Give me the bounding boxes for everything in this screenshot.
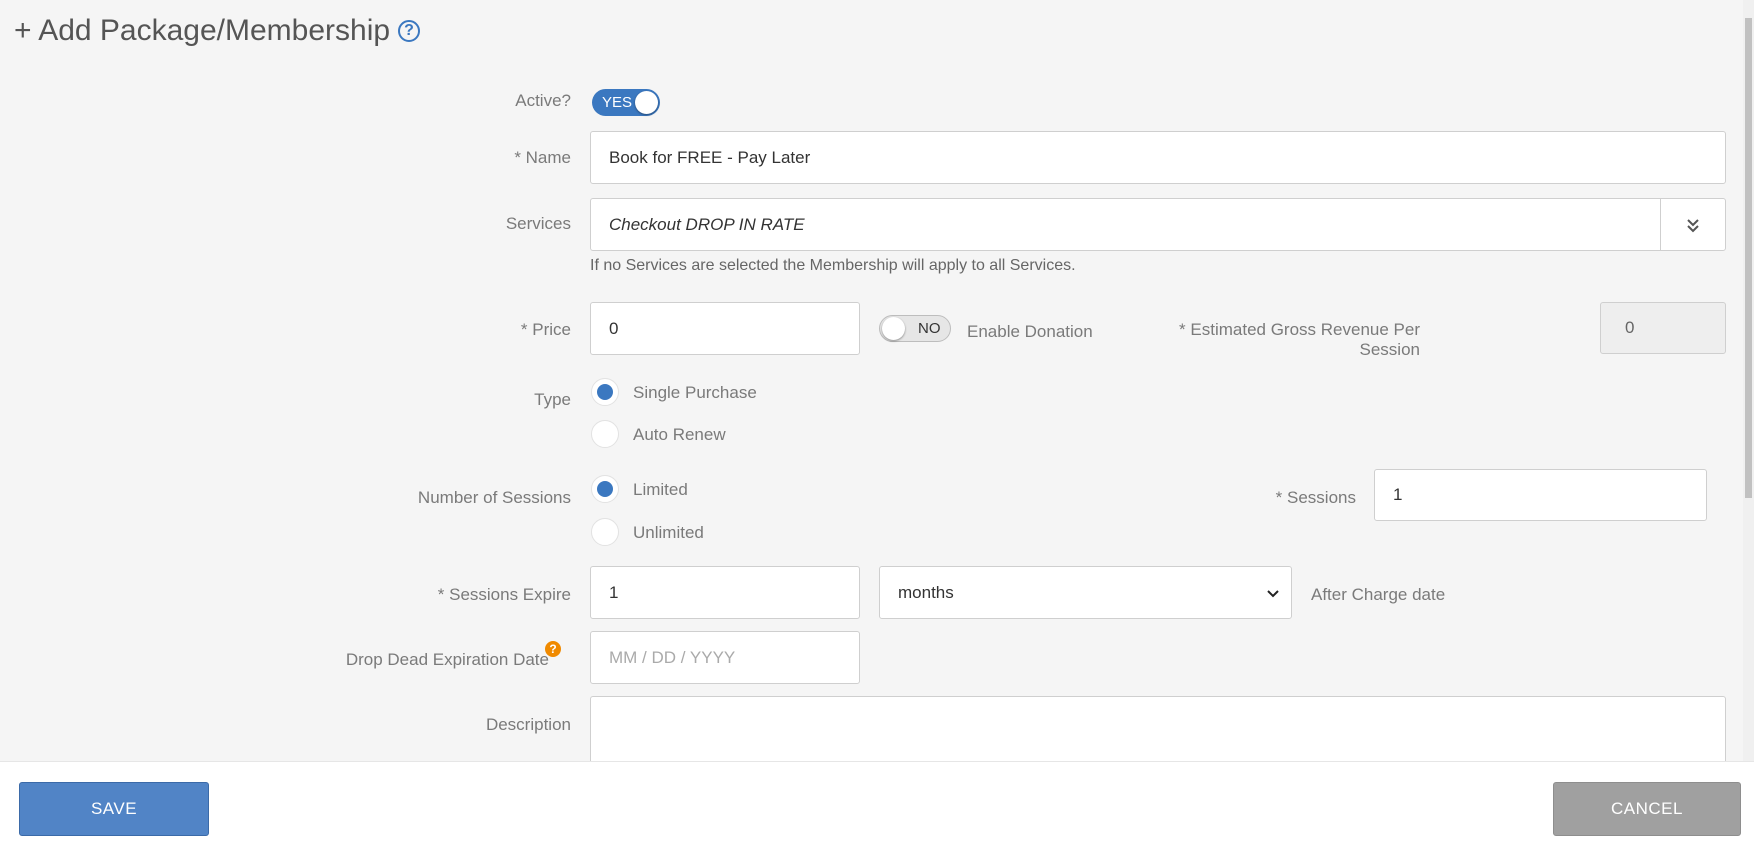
cancel-button[interactable]: CANCEL [1553,782,1741,836]
scrollbar-thumb[interactable] [1745,18,1752,498]
sessions-expire-unit-select[interactable]: months [879,566,1292,619]
revenue-label: * Estimated Gross Revenue Per Session [1179,320,1420,360]
donation-toggle[interactable]: NO [879,315,951,342]
page-title: + Add Package/Membership ? [14,14,421,48]
page-title-text: + Add Package/Membership [14,14,391,47]
sessions-expire-suffix: After Charge date [1311,585,1446,604]
sessions-expire-input[interactable]: 1 [590,566,860,619]
name-input[interactable]: Book for FREE - Pay Later [590,131,1726,184]
save-button[interactable]: SAVE [19,782,209,836]
radio-single-purchase[interactable] [591,378,619,406]
sessions-value: 1 [1393,485,1403,504]
services-select[interactable]: Checkout DROP IN RATE [590,198,1726,251]
services-label: Services [505,214,571,233]
toggle-knob [882,317,905,340]
sessions-expire-value: 1 [609,582,619,602]
active-toggle[interactable]: YES [592,89,660,116]
sessions-expire-unit: months [898,582,954,602]
chevron-double-down-icon[interactable] [1660,199,1725,250]
name-value: Book for FREE - Pay Later [609,147,811,167]
footer-bar: SAVE CANCEL [0,761,1754,851]
price-label: * Price [520,320,571,339]
option-auto-renew[interactable]: Auto Renew [633,425,726,445]
num-sessions-label: Number of Sessions [417,488,571,507]
drop-dead-placeholder: MM / DD / YYYY [609,647,736,667]
price-value: 0 [609,318,619,338]
price-input[interactable]: 0 [590,302,860,355]
toggle-knob [635,91,658,114]
radio-auto-renew[interactable] [591,420,619,448]
option-single-purchase[interactable]: Single Purchase [633,383,757,403]
services-selected: Checkout DROP IN RATE [609,214,805,234]
donation-toggle-text: NO [918,320,941,337]
revenue-field: 0 [1600,302,1726,354]
donation-label: Enable Donation [967,322,1093,341]
drop-dead-label: Drop Dead Expiration Date [345,650,549,669]
help-icon[interactable]: ? [545,641,561,657]
radio-unlimited[interactable] [591,518,619,546]
services-hint: If no Services are selected the Membersh… [590,257,1076,274]
revenue-label-line1: * Estimated Gross Revenue Per [1179,320,1420,339]
chevron-down-icon [1267,585,1279,601]
help-icon[interactable]: ? [398,20,421,42]
revenue-value: 0 [1625,318,1635,337]
sessions-expire-label: * Sessions Expire [437,585,571,604]
option-unlimited[interactable]: Unlimited [633,523,704,543]
active-toggle-text: YES [602,94,633,111]
description-label: Description [485,715,571,734]
type-label: Type [534,390,571,409]
drop-dead-date-input[interactable]: MM / DD / YYYY [590,631,860,684]
scrollbar[interactable] [1743,0,1754,761]
sessions-input[interactable]: 1 [1374,469,1707,521]
option-limited[interactable]: Limited [633,480,688,500]
radio-limited[interactable] [591,475,619,503]
sessions-label: * Sessions [1275,488,1356,507]
revenue-label-line2: Session [1359,340,1420,359]
active-label: Active? [515,91,571,110]
name-label: * Name [514,148,571,167]
